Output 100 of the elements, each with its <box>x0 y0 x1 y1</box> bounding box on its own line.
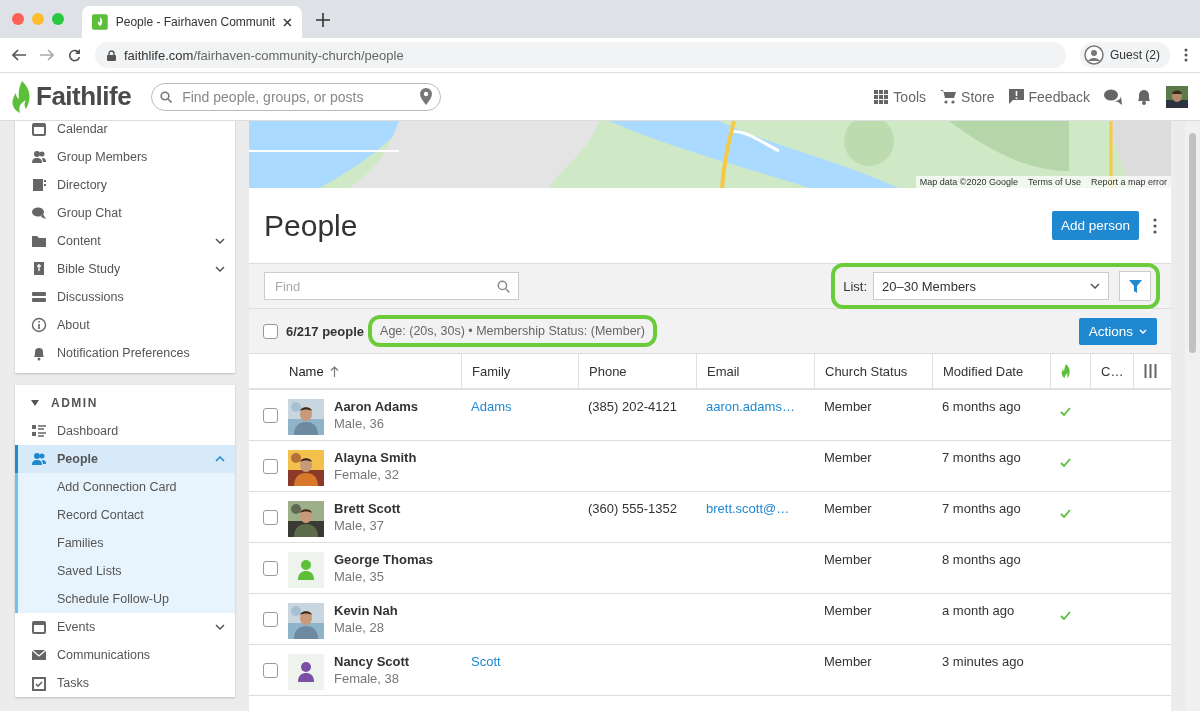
column-header[interactable]: Family <box>461 354 578 390</box>
sidebar-item[interactable]: Bible Study <box>15 255 235 283</box>
family-link[interactable]: Scott <box>471 654 501 669</box>
email-link[interactable]: brett.scott@… <box>706 501 790 516</box>
family-link[interactable]: Adams <box>471 399 512 414</box>
email-link[interactable]: aaron.adams… <box>706 399 795 414</box>
modified-cell: a month ago <box>942 603 1015 618</box>
person-name[interactable]: Aaron Adams <box>334 399 419 414</box>
nav-icon <box>31 619 47 635</box>
map-attribution[interactable]: Terms of Use <box>1027 177 1081 187</box>
section-header[interactable]: ADMIN <box>15 389 235 417</box>
person-details: Male, 37 <box>334 518 385 533</box>
nav-icon <box>31 205 47 221</box>
cart-icon <box>940 89 957 104</box>
add-person-button[interactable]: Add person <box>1051 211 1139 240</box>
sidebar-subitem[interactable]: Schedule Follow-Up <box>15 585 235 613</box>
sidebar-item[interactable]: Directory <box>15 171 235 199</box>
column-header[interactable]: Modified Date <box>932 354 1050 390</box>
map-attribution[interactable]: Report a map error <box>1090 177 1167 187</box>
sidebar-item[interactable]: Calendar <box>15 121 235 143</box>
more-icon[interactable] <box>1153 217 1157 234</box>
forward-icon[interactable] <box>40 49 54 61</box>
sidebar-item[interactable]: Tasks <box>15 669 235 697</box>
column-header[interactable] <box>1050 354 1090 390</box>
address-bar[interactable]: faithlife.com/fairhaven-community-church/people <box>95 42 1066 68</box>
sidebar-item[interactable]: Group Members <box>15 143 235 171</box>
row-checkbox[interactable] <box>263 663 278 678</box>
sidebar-subitem[interactable]: Record Contact <box>15 501 235 529</box>
status-cell: Member <box>824 450 872 465</box>
flame-icon <box>1061 364 1071 378</box>
reload-icon[interactable] <box>68 48 81 62</box>
row-checkbox[interactable] <box>263 459 278 474</box>
row-checkbox[interactable] <box>263 612 278 627</box>
sidebar-subitem[interactable]: Families <box>15 529 235 557</box>
chat-icon[interactable] <box>1104 88 1122 105</box>
logo[interactable]: Faithlife <box>12 80 132 113</box>
new-tab-icon[interactable] <box>316 13 330 27</box>
browser-tab[interactable]: People - Fairhaven Communit <box>82 6 302 38</box>
sidebar-item[interactable]: Communications <box>15 641 235 669</box>
status-cell: Member <box>824 654 872 669</box>
row-checkbox[interactable] <box>263 561 278 576</box>
nav-link[interactable]: Store <box>940 88 995 105</box>
sidebar-item[interactable]: People <box>15 445 235 473</box>
column-header[interactable]: Phone <box>578 354 696 390</box>
person-name[interactable]: Alayna Smith <box>334 450 417 465</box>
nav-icon <box>31 345 47 361</box>
maximize-window-icon[interactable] <box>52 13 64 25</box>
column-header[interactable]: C… <box>1090 354 1133 390</box>
lock-icon <box>107 49 116 61</box>
modified-cell: 3 minutes ago <box>942 654 1024 669</box>
filter-button[interactable] <box>1119 271 1151 301</box>
actions-button[interactable]: Actions <box>1078 317 1157 345</box>
sidebar-item[interactable]: Dashboard <box>15 417 235 445</box>
sidebar-item[interactable]: Group Chat <box>15 199 235 227</box>
modified-cell: 7 months ago <box>942 450 1021 465</box>
flame-icon <box>92 14 108 30</box>
nav-link[interactable]: Tools <box>874 88 927 105</box>
find-field[interactable]: Find <box>264 272 519 300</box>
people-icon <box>31 451 47 467</box>
close-icon[interactable] <box>283 17 292 27</box>
column-header[interactable]: Church Status <box>814 354 932 390</box>
sidebar-item[interactable]: About <box>15 311 235 339</box>
person-name[interactable]: Brett Scott <box>334 501 401 516</box>
sidebar-subitem[interactable]: Add Connection Card <box>15 473 235 501</box>
modified-cell: 7 months ago <box>942 501 1021 516</box>
person-details: Female, 32 <box>334 467 401 482</box>
select-all-checkbox[interactable] <box>263 323 278 339</box>
more-icon[interactable] <box>1184 48 1188 62</box>
sidebar-item[interactable]: Content <box>15 227 235 255</box>
column-header[interactable]: Name <box>249 354 461 390</box>
column-settings[interactable] <box>1133 354 1171 390</box>
nav-icon <box>31 261 47 277</box>
row-checkbox[interactable] <box>263 510 278 525</box>
sidebar-item[interactable]: Events <box>15 613 235 641</box>
status-cell: Member <box>824 399 872 414</box>
sort-arrow-icon <box>329 365 339 377</box>
column-header[interactable]: Email <box>696 354 814 390</box>
person-name[interactable]: George Thomas <box>334 552 433 567</box>
back-icon[interactable] <box>12 49 26 61</box>
user-icon <box>1084 45 1104 65</box>
profile-button[interactable]: Guest (2) <box>1080 42 1170 68</box>
person-details: Male, 35 <box>334 569 385 584</box>
bell-icon[interactable] <box>1136 88 1152 105</box>
caret-icon <box>1139 328 1147 334</box>
list-dropdown[interactable]: 20–30 Members <box>873 272 1109 300</box>
close-window-icon[interactable] <box>12 13 24 25</box>
sidebar-item[interactable]: Discussions <box>15 283 235 311</box>
scrollbar[interactable] <box>1189 133 1196 353</box>
status-cell: Member <box>824 501 872 516</box>
sidebar-subitem[interactable]: Saved Lists <box>15 557 235 585</box>
person-details: Male, 36 <box>334 416 385 431</box>
location-pin-icon[interactable] <box>420 88 433 105</box>
search-icon <box>160 90 173 103</box>
map-attribution[interactable]: Map data ©2020 Google <box>919 177 1018 187</box>
avatar-icon <box>288 654 324 690</box>
person-name[interactable]: Nancy Scott <box>334 654 410 669</box>
nav-link[interactable]: Feedback <box>1008 88 1090 105</box>
person-name[interactable]: Kevin Nah <box>334 603 398 618</box>
sidebar-item[interactable]: Notification Preferences <box>15 339 235 367</box>
row-checkbox[interactable] <box>263 408 278 423</box>
